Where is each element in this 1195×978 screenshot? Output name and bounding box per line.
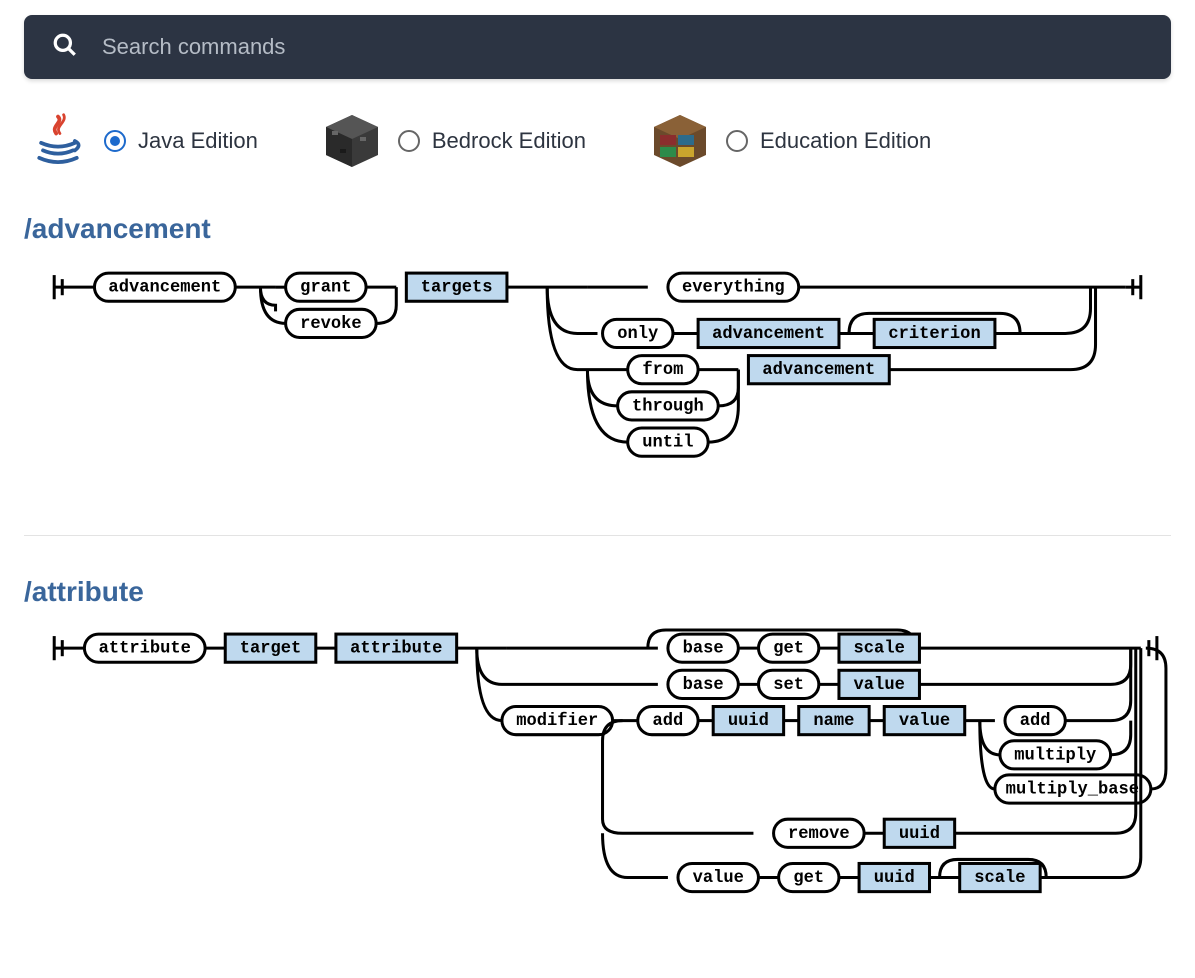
node-only: only — [603, 319, 673, 347]
svg-text:scale: scale — [854, 640, 905, 659]
node-get2: get — [779, 864, 839, 892]
svg-text:get: get — [793, 869, 824, 888]
svg-text:uuid: uuid — [874, 869, 915, 888]
svg-text:scale: scale — [974, 869, 1025, 888]
node-uuid1: uuid — [713, 707, 783, 735]
search-input[interactable] — [100, 33, 1143, 61]
svg-text:until: until — [642, 434, 693, 453]
svg-text:targets: targets — [421, 279, 493, 298]
node-adv-ftu: advancement — [748, 356, 889, 384]
svg-text:advancement: advancement — [712, 325, 825, 344]
svg-text:target: target — [240, 640, 302, 659]
command-title[interactable]: /attribute — [24, 576, 1171, 608]
command-advancement: /advancement advancement grant revoke ta… — [24, 213, 1171, 495]
svg-text:revoke: revoke — [300, 315, 362, 334]
node-grant: grant — [286, 273, 366, 301]
node-revoke: revoke — [286, 309, 377, 337]
node-value2: value — [884, 707, 964, 735]
svg-text:everything: everything — [682, 279, 785, 298]
svg-text:attribute: attribute — [350, 640, 442, 659]
node-base2: base — [668, 671, 738, 699]
svg-text:remove: remove — [788, 825, 850, 844]
node-from: from — [628, 356, 698, 384]
svg-text:advancement: advancement — [762, 361, 875, 380]
node-through: through — [618, 392, 719, 420]
edition-label: Education Edition — [760, 128, 931, 154]
edition-education[interactable]: Education Edition — [646, 107, 931, 175]
node-set1: set — [758, 671, 818, 699]
node-multiply-base: multiply_base — [995, 775, 1151, 803]
svg-text:advancement: advancement — [108, 279, 221, 298]
edition-bedrock[interactable]: Bedrock Edition — [318, 107, 586, 175]
diagram-advancement: advancement grant revoke targets everyth… — [24, 259, 1171, 490]
node-add2: add — [1005, 707, 1065, 735]
java-icon — [24, 107, 92, 175]
edition-java[interactable]: Java Edition — [24, 107, 258, 175]
search-bar[interactable] — [24, 15, 1171, 79]
section-divider — [24, 535, 1171, 536]
svg-text:base: base — [683, 640, 724, 659]
edition-label: Bedrock Edition — [432, 128, 586, 154]
node-advancement-root: advancement — [94, 273, 235, 301]
education-icon — [646, 107, 714, 175]
bedrock-icon — [318, 107, 386, 175]
node-modifier: modifier — [502, 707, 613, 735]
radio-java[interactable] — [104, 130, 126, 152]
svg-text:attribute: attribute — [99, 640, 191, 659]
diagram-attribute: attribute target attribute base get — [24, 622, 1171, 914]
node-scale1: scale — [839, 634, 919, 662]
node-multiply: multiply — [1000, 741, 1111, 769]
radio-education[interactable] — [726, 130, 748, 152]
node-adv-only: advancement — [698, 319, 839, 347]
svg-text:grant: grant — [300, 279, 351, 298]
svg-text:criterion: criterion — [888, 325, 980, 344]
svg-text:through: through — [632, 397, 704, 416]
node-remove: remove — [774, 820, 865, 848]
node-get1: get — [758, 634, 818, 662]
node-until: until — [628, 428, 708, 456]
node-attribute-arg: attribute — [336, 634, 457, 662]
command-title[interactable]: /advancement — [24, 213, 1171, 245]
search-icon — [52, 32, 78, 63]
edition-label: Java Edition — [138, 128, 258, 154]
svg-text:multiply_base: multiply_base — [1006, 781, 1139, 800]
svg-text:base: base — [683, 676, 724, 695]
node-base1: base — [668, 634, 738, 662]
node-criterion: criterion — [874, 319, 995, 347]
svg-text:value: value — [693, 869, 744, 888]
node-uuid2: uuid — [884, 820, 954, 848]
svg-text:value: value — [899, 713, 950, 732]
node-targets: targets — [406, 273, 507, 301]
node-scale2: scale — [960, 864, 1040, 892]
svg-text:name: name — [813, 713, 854, 732]
radio-bedrock[interactable] — [398, 130, 420, 152]
svg-text:only: only — [617, 325, 658, 344]
svg-text:value: value — [854, 676, 905, 695]
svg-text:add: add — [653, 713, 684, 732]
svg-text:add: add — [1020, 713, 1051, 732]
node-name: name — [799, 707, 869, 735]
node-valuelit: value — [678, 864, 758, 892]
svg-text:get: get — [773, 640, 804, 659]
svg-text:modifier: modifier — [516, 713, 598, 732]
command-attribute: /attribute attribute target attribute ba… — [24, 576, 1171, 919]
node-uuid3: uuid — [859, 864, 929, 892]
node-attribute-root: attribute — [84, 634, 205, 662]
svg-text:from: from — [642, 361, 683, 380]
svg-text:uuid: uuid — [899, 825, 940, 844]
node-target: target — [225, 634, 316, 662]
svg-text:set: set — [773, 676, 804, 695]
node-add: add — [638, 707, 698, 735]
svg-text:uuid: uuid — [728, 713, 769, 732]
node-everything: everything — [668, 273, 799, 301]
edition-selector: Java Edition Bedrock Edition — [24, 107, 1171, 175]
node-value1: value — [839, 671, 919, 699]
svg-text:multiply: multiply — [1014, 747, 1096, 766]
